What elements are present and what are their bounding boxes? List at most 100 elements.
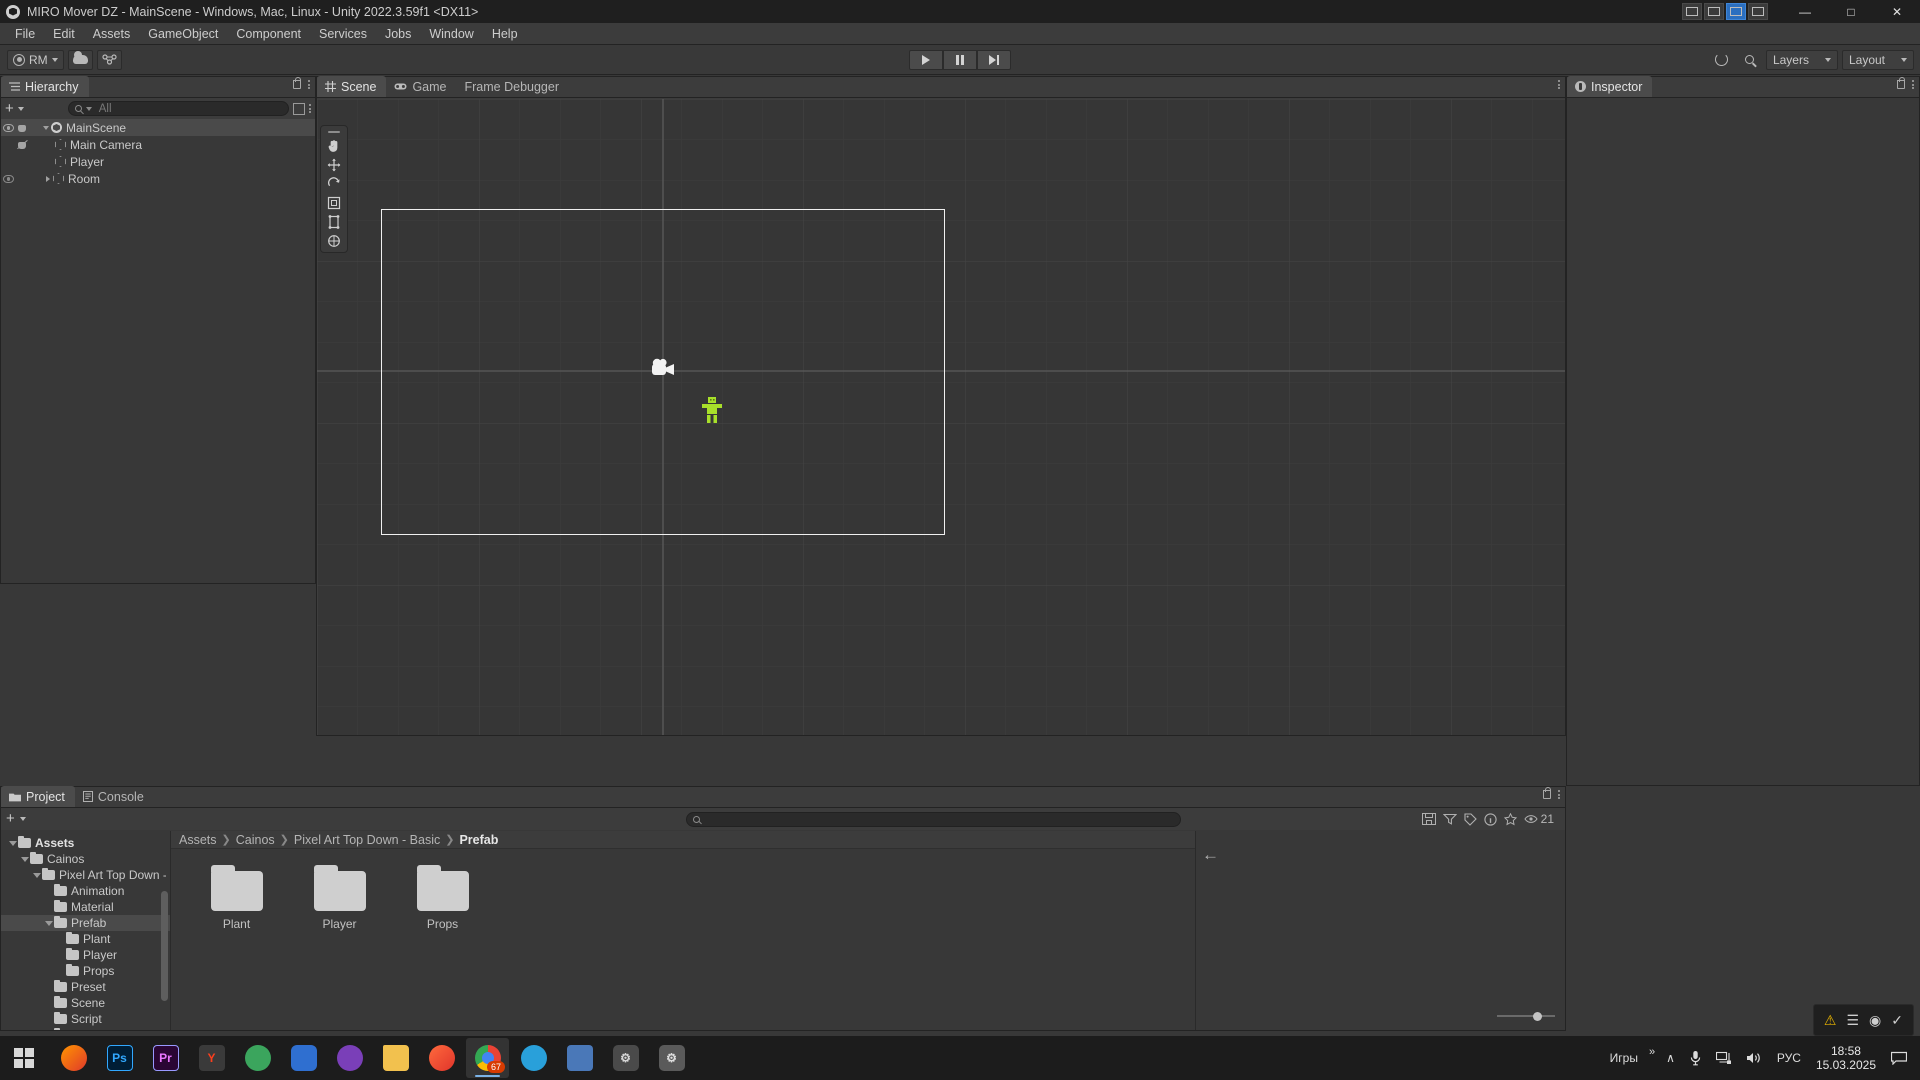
layout-option-1[interactable] [1682, 3, 1702, 20]
play-button[interactable] [909, 49, 943, 70]
layers-dropdown[interactable]: Layers [1765, 49, 1838, 70]
project-content-area[interactable]: Assets ❯ Cainos ❯ Pixel Art Top Down - B… [171, 831, 1195, 1030]
layout-dropdown[interactable]: Layout [1841, 49, 1914, 70]
visibility-toggles[interactable] [3, 123, 37, 133]
scene-viewport[interactable] [317, 99, 1565, 735]
tree-row-cainos[interactable]: Cainos [1, 851, 170, 867]
taskbar-app-unity-hub[interactable]: ⚙ [604, 1038, 647, 1078]
tray-network[interactable] [1709, 1036, 1739, 1080]
tray-notifications[interactable] [1884, 1036, 1914, 1080]
slider-knob[interactable] [1533, 1011, 1542, 1021]
hierarchy-search-input[interactable]: All [67, 101, 289, 116]
tab-scene[interactable]: Scene [317, 76, 387, 97]
tree-row-scene[interactable]: Scene [1, 995, 170, 1011]
asset-item-player[interactable]: Player [302, 865, 377, 931]
panel-menu-icon[interactable] [1558, 80, 1560, 89]
expand-arrow-icon[interactable] [41, 125, 51, 130]
minimize-button[interactable]: — [1782, 0, 1828, 23]
lock-icon[interactable] [1543, 787, 1551, 799]
tree-row-pixel-art-top-down-basic[interactable]: Pixel Art Top Down - Ba [1, 867, 170, 883]
menu-file[interactable]: File [6, 23, 44, 45]
asset-item-props[interactable]: Props [405, 865, 480, 931]
menu-jobs[interactable]: Jobs [376, 23, 420, 45]
hierarchy-row-room[interactable]: Room [1, 170, 315, 187]
tool-rect-transform[interactable] [322, 213, 346, 231]
panel-menu-icon[interactable] [308, 80, 310, 89]
global-search-button[interactable] [1738, 50, 1762, 70]
add-gameobject-button[interactable]: + [5, 101, 14, 116]
breadcrumb-prefab[interactable]: Prefab [459, 833, 498, 847]
taskbar-app-firefox[interactable] [52, 1038, 95, 1078]
project-create-button[interactable]: + [6, 811, 15, 826]
tool-transform[interactable] [322, 232, 346, 250]
tree-row-script[interactable]: Script [1, 1011, 170, 1027]
breadcrumb-assets[interactable]: Assets [179, 833, 217, 847]
hand-icon[interactable] [17, 139, 28, 150]
hand-icon[interactable] [17, 123, 28, 133]
tab-inspector[interactable]: Inspector [1567, 76, 1653, 97]
taskbar-app-chrome[interactable]: 67 [466, 1038, 509, 1078]
room-visibility-toggle[interactable] [3, 174, 23, 183]
hierarchy-row-player[interactable]: Player [1, 153, 315, 170]
tree-row-plant[interactable]: Plant [1, 931, 170, 947]
hierarchy-context-menu-icon[interactable] [309, 104, 311, 113]
icon-size-slider[interactable] [1497, 1010, 1555, 1022]
breadcrumb-cainos[interactable]: Cainos [236, 833, 275, 847]
account-dropdown[interactable]: RM [7, 49, 64, 70]
tray-expand-button[interactable]: ∧ [1659, 1036, 1682, 1080]
breadcrumb-pixel-art-top-down-basic[interactable]: Pixel Art Top Down - Basic [294, 833, 440, 847]
hierarchy-row-main-camera[interactable]: Main Camera [1, 136, 315, 153]
taskbar-app-media[interactable] [558, 1038, 601, 1078]
type-filter-icon[interactable] [1483, 812, 1497, 826]
tray-language[interactable]: РУС [1770, 1036, 1808, 1080]
taskbar-app-purple[interactable] [328, 1038, 371, 1078]
tool-rotate[interactable] [322, 175, 346, 193]
taskbar-app-paint[interactable] [420, 1038, 463, 1078]
filter-packages-icon[interactable] [1442, 813, 1457, 825]
camera-visibility-toggle[interactable] [17, 139, 37, 150]
taskbar-app-premiere[interactable]: Pr [144, 1038, 187, 1078]
tab-frame-debugger[interactable]: Frame Debugger [457, 76, 570, 97]
lock-icon[interactable] [1897, 77, 1905, 89]
favorites-icon[interactable] [1503, 812, 1517, 826]
menu-edit[interactable]: Edit [44, 23, 84, 45]
stack-icon[interactable]: ☰ [1846, 1012, 1859, 1029]
tree-row-animation[interactable]: Animation [1, 883, 170, 899]
eye-icon[interactable] [3, 123, 14, 132]
tree-row-props[interactable]: Props [1, 963, 170, 979]
close-button[interactable]: ✕ [1874, 0, 1920, 23]
tray-clock[interactable]: 18:58 15.03.2025 [1808, 1044, 1884, 1072]
start-button[interactable] [0, 1036, 48, 1080]
menu-component[interactable]: Component [227, 23, 310, 45]
expand-arrow-icon[interactable] [7, 840, 18, 846]
taskbar-app-yandex[interactable]: Y [190, 1038, 233, 1078]
tree-row-material[interactable]: Material [1, 899, 170, 915]
chevron-down-icon[interactable] [17, 106, 24, 111]
tray-volume[interactable] [1739, 1036, 1770, 1080]
project-tree-scrollbar[interactable] [161, 891, 168, 1001]
eye-icon[interactable] [3, 174, 14, 183]
tab-hierarchy[interactable]: Hierarchy [1, 76, 89, 97]
tree-row-assets[interactable]: Assets [1, 835, 170, 851]
layout-picker[interactable] [1680, 3, 1768, 21]
expand-arrow-icon[interactable] [31, 872, 42, 878]
tree-row-shader[interactable]: Shader [1, 1027, 170, 1030]
tray-overflow-chevron[interactable]: » [1645, 1036, 1659, 1080]
layout-option-4[interactable] [1748, 3, 1768, 20]
menu-window[interactable]: Window [420, 23, 482, 45]
asset-item-plant[interactable]: Plant [199, 865, 274, 931]
tree-row-preset[interactable]: Preset [1, 979, 170, 995]
expand-arrow-icon[interactable] [43, 175, 53, 182]
expand-arrow-icon[interactable] [19, 856, 30, 862]
layout-option-2[interactable] [1704, 3, 1724, 20]
layout-option-3-selected[interactable] [1726, 3, 1746, 20]
tool-hand[interactable] [322, 137, 346, 155]
tree-row-prefab[interactable]: Prefab [1, 915, 170, 931]
tab-project[interactable]: Project [1, 786, 75, 807]
back-arrow-icon[interactable]: ← [1202, 845, 1219, 865]
undo-history-button[interactable] [1710, 50, 1734, 70]
tray-microphone[interactable] [1682, 1036, 1709, 1080]
taskbar-app-photoshop[interactable]: Ps [98, 1038, 141, 1078]
tree-row-player[interactable]: Player [1, 947, 170, 963]
taskbar-app-telegram[interactable] [512, 1038, 555, 1078]
